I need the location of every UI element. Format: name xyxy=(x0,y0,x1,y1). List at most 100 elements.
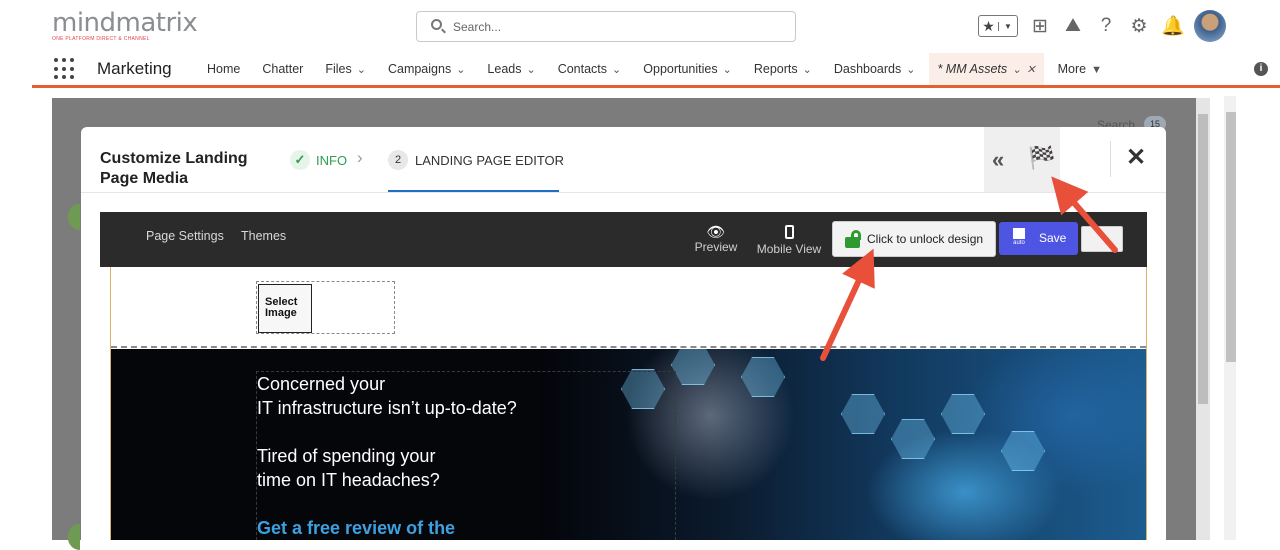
step-info-label: INFO xyxy=(316,152,348,168)
header-utility-icons: ★ ▼ ⊞ ⛰ ? ⚙ 🔔 xyxy=(978,10,1226,42)
hero-cta-text: Get a free review of the xyxy=(257,518,456,538)
chevron-right-icon: › xyxy=(357,148,363,167)
step-editor-label: LANDING PAGE EDITOR xyxy=(415,152,565,168)
nav-item-opportunities[interactable]: Opportunities ⌄ xyxy=(643,62,732,76)
chevron-down-icon[interactable]: ⌄ xyxy=(803,64,812,76)
nav-item-leads[interactable]: Leads ⌄ xyxy=(487,62,535,76)
select-image-placeholder[interactable]: Select Image xyxy=(258,284,312,333)
nav-item-dashboards[interactable]: Dashboards ⌄ xyxy=(834,62,916,76)
chevron-down-icon[interactable]: ⌄ xyxy=(456,64,465,76)
nav-label: Home xyxy=(207,61,241,76)
nav-label: Reports xyxy=(753,61,798,76)
unlock-label: Click to unlock design xyxy=(867,232,984,246)
step-number: 2 xyxy=(388,150,408,170)
nav-item-home[interactable]: Home xyxy=(207,62,240,76)
step-landing-page-editor[interactable]: 2 LANDING PAGE EDITOR xyxy=(388,150,564,170)
page-scrollbar-thumb[interactable] xyxy=(1226,112,1236,362)
unlock-icon xyxy=(845,230,861,248)
themes-link[interactable]: Themes xyxy=(241,229,286,243)
hex-graphic xyxy=(741,357,785,397)
header-separator xyxy=(1110,141,1111,177)
hero-headline-4: time on IT headaches? xyxy=(257,470,440,490)
autosave-icon[interactable]: auto xyxy=(1012,228,1026,247)
logo-text: mindmatrix xyxy=(52,8,198,38)
nav-item-reports[interactable]: Reports ⌄ xyxy=(754,62,812,76)
logo-section: Select Image xyxy=(111,267,1146,348)
close-icon[interactable]: ✕ xyxy=(1126,143,1146,172)
editor-toolbar: Page Settings Themes 👁 Preview Mobile Vi… xyxy=(100,212,1147,267)
logo-image-slot[interactable]: Select Image xyxy=(256,281,395,334)
background-status-dot xyxy=(68,524,80,550)
nav-label: Dashboards xyxy=(833,61,902,76)
close-tab-icon[interactable]: ✕ xyxy=(1026,64,1035,76)
nav-label: Files xyxy=(325,61,352,76)
trailhead-icon[interactable]: ⛰ xyxy=(1062,15,1084,37)
hex-graphic xyxy=(1001,431,1045,471)
nav-item-contacts[interactable]: Contacts ⌄ xyxy=(558,62,622,76)
save-button[interactable]: auto Save xyxy=(999,222,1078,255)
chevron-down-icon[interactable]: ⌄ xyxy=(526,64,535,76)
nav-label: More xyxy=(1057,61,1087,76)
nav-label: * MM Assets xyxy=(937,61,1008,76)
nav-item-campaigns[interactable]: Campaigns ⌄ xyxy=(388,62,465,76)
search-placeholder: Search... xyxy=(453,20,502,34)
hex-graphic xyxy=(941,394,985,434)
autosave-label: auto xyxy=(1013,240,1025,246)
double-chevron-left-icon[interactable]: « xyxy=(992,147,1004,173)
help-icon[interactable]: ? xyxy=(1095,15,1117,37)
favorites-button[interactable]: ★ ▼ xyxy=(978,15,1018,37)
chevron-down-icon[interactable]: ⌄ xyxy=(612,64,621,76)
nav-label: Opportunities xyxy=(643,61,718,76)
landing-page-canvas: Select Image Concerned your IT infrastru… xyxy=(110,267,1147,540)
notifications-bell-icon[interactable]: 🔔 xyxy=(1161,14,1185,38)
nav-item-mm-assets-active[interactable]: * MM Assets ⌄ ✕ xyxy=(929,52,1044,85)
hex-graphic xyxy=(891,419,935,459)
hero-headline-2: IT infrastructure isn’t up-to-date? xyxy=(257,398,517,418)
hero-section[interactable]: Concerned your IT infrastructure isn’t u… xyxy=(111,349,1146,540)
preview-label: Preview xyxy=(694,240,738,254)
inner-scrollbar[interactable] xyxy=(1196,98,1210,540)
mobile-phone-icon xyxy=(754,225,824,242)
more-options-button[interactable] xyxy=(1081,226,1123,252)
nav-label: Chatter xyxy=(262,61,304,76)
unlock-design-button[interactable]: Click to unlock design xyxy=(832,221,996,257)
mobile-view-label: Mobile View xyxy=(756,242,822,256)
checkmark-icon: ✓ xyxy=(290,150,310,170)
caret-down-icon[interactable]: ▼ xyxy=(1091,64,1102,76)
nav-label: Leads xyxy=(487,61,522,76)
nav-item-chatter[interactable]: Chatter xyxy=(262,62,303,76)
inner-scrollbar-thumb[interactable] xyxy=(1198,114,1208,404)
chevron-down-icon[interactable]: ⌄ xyxy=(1012,64,1021,76)
mindmatrix-logo[interactable]: mindmatrix ONE PLATFORM DIRECT & CHANNEL xyxy=(52,8,198,42)
user-avatar[interactable] xyxy=(1194,10,1226,42)
chevron-down-icon[interactable]: ⌄ xyxy=(357,64,366,76)
hex-graphic xyxy=(671,349,715,385)
hex-graphic xyxy=(841,394,885,434)
setup-gear-icon[interactable]: ⚙ xyxy=(1128,15,1150,38)
app-nav-bar: Marketing Home Chatter Files ⌄ Campaigns ⌄… xyxy=(32,52,1280,88)
nav-label: Contacts xyxy=(557,61,608,76)
save-label: Save xyxy=(1039,231,1067,245)
chevron-down-icon[interactable]: ▼ xyxy=(997,21,1017,31)
chevron-down-icon[interactable]: ⌄ xyxy=(906,64,915,76)
modal-title: Customize Landing Page Media xyxy=(100,150,248,187)
global-search-input[interactable]: Search... xyxy=(416,11,796,42)
search-icon xyxy=(431,19,442,30)
page-settings-link[interactable]: Page Settings xyxy=(146,229,224,243)
hero-headline-3: Tired of spending your xyxy=(257,446,436,466)
app-name: Marketing xyxy=(97,59,172,78)
global-actions-plus-icon[interactable]: ⊞ xyxy=(1029,15,1051,38)
nav-items: Home Chatter Files ⌄ Campaigns ⌄ Leads ⌄ Co… xyxy=(207,52,1124,85)
info-icon[interactable]: i xyxy=(1254,62,1268,76)
chevron-down-icon[interactable]: ⌄ xyxy=(723,64,732,76)
modal-header-divider xyxy=(81,192,1166,193)
nav-item-more[interactable]: More ▼ xyxy=(1058,62,1102,76)
nav-item-files[interactable]: Files ⌄ xyxy=(325,62,366,76)
checkered-flag-icon[interactable]: 🏁 xyxy=(1028,145,1055,171)
preview-button[interactable]: 👁 Preview xyxy=(693,224,739,254)
step-info[interactable]: ✓ INFO xyxy=(290,150,347,170)
mobile-view-button[interactable]: Mobile View xyxy=(754,225,824,256)
app-launcher-icon[interactable] xyxy=(54,58,76,80)
top-header: mindmatrix ONE PLATFORM DIRECT & CHANNEL… xyxy=(0,0,1280,52)
eye-icon: 👁 xyxy=(706,224,726,241)
